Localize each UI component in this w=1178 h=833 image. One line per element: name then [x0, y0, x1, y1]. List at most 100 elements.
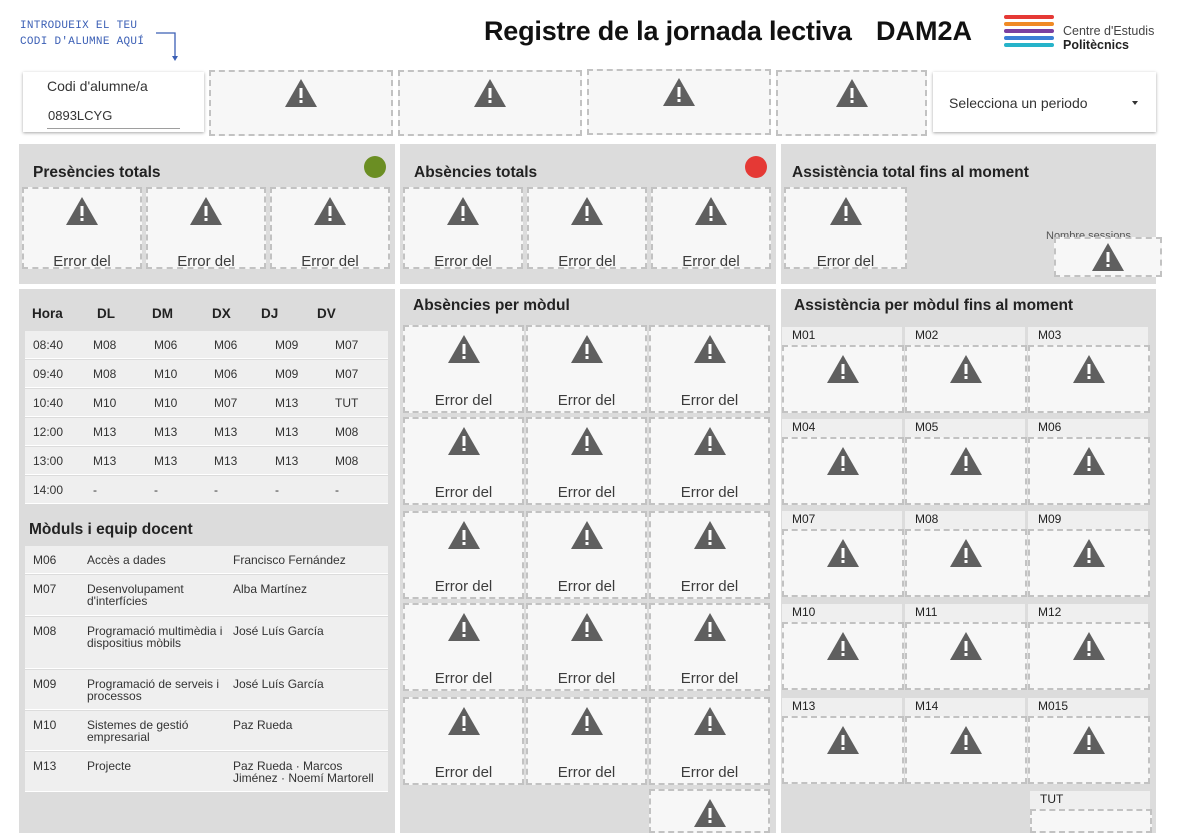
warning-icon — [570, 427, 603, 455]
error-widget: Error del — [22, 187, 142, 269]
error-text: Error del — [301, 253, 359, 269]
schedule-cell: M06 — [214, 338, 238, 352]
error-text: Error del — [680, 484, 739, 501]
error-text: Error del — [557, 392, 616, 409]
error-text: Error del — [557, 764, 616, 781]
module-label: M08 — [905, 511, 1025, 529]
module-absence-widget: Error del — [649, 603, 770, 691]
school-logo: Centre d'Estudis Politècnics — [1004, 14, 1174, 54]
schedule-header: Hora — [32, 306, 63, 321]
warning-icon — [827, 447, 859, 475]
error-text: Error del — [434, 578, 493, 595]
schedule-cell: M10 — [154, 367, 178, 381]
module-absence-widget: Error del — [403, 325, 524, 413]
error-text: Error del — [680, 670, 739, 687]
schedule-cell: TUT — [335, 396, 359, 410]
module-attendance-widget — [782, 529, 904, 597]
teacher-module-code: M07 — [33, 582, 57, 596]
warning-icon — [447, 613, 480, 641]
warning-icon — [950, 726, 982, 754]
schedule-cell: M13 — [214, 425, 238, 439]
module-label: TUT — [1030, 791, 1150, 809]
schedule-cell: M07 — [214, 396, 238, 410]
sessions-error-widget — [1054, 237, 1162, 277]
schedule-cell: M13 — [93, 454, 117, 468]
error-widget: Error del — [146, 187, 266, 269]
module-absence-widget: Error del — [526, 417, 647, 505]
period-dropdown-label: Selecciona un periodo — [949, 95, 1088, 111]
module-attendance-widget — [1028, 622, 1150, 690]
module-absence-widget — [649, 789, 770, 833]
schedule-row: 08:40 M08 M06 M06 M09 M07 — [25, 331, 388, 359]
teacher-row: M08 Programació multimèdia i dispositius… — [25, 617, 388, 669]
warning-icon — [693, 335, 726, 363]
warning-icon — [693, 707, 726, 735]
absences-status-dot — [745, 156, 767, 178]
schedule-cell: 14:00 — [33, 483, 64, 497]
schedule-cell: M10 — [154, 396, 178, 410]
schedule-header: DV — [317, 306, 336, 321]
module-attendance-widget — [1028, 437, 1150, 505]
period-dropdown[interactable]: Selecciona un periodo — [933, 72, 1156, 132]
schedule-cell: 08:40 — [33, 338, 64, 352]
schedule-cell: M07 — [335, 367, 359, 381]
module-label: M04 — [782, 419, 902, 437]
teacher-module-name: Programació multimèdia i dispositius mòb… — [87, 624, 223, 650]
warning-icon — [693, 521, 726, 549]
schedule-row: 14:00 - - - - - — [25, 476, 388, 504]
module-attendance-widget — [1028, 716, 1150, 784]
warning-icon — [663, 78, 695, 106]
teacher-module-name: Projecte — [87, 759, 132, 773]
teacher-row: M13 Projecte Paz Rueda · Marcos Jiménez … — [25, 752, 388, 792]
warning-icon — [570, 521, 603, 549]
logo-bars-icon — [1004, 15, 1054, 47]
warning-icon — [693, 613, 726, 641]
module-absence-widget: Error del — [403, 697, 524, 785]
warning-icon — [447, 427, 480, 455]
attendance-title: Assistència total fins al moment — [792, 164, 1029, 181]
teacher-row: M07 Desenvolupament d'interfícies Alba M… — [25, 575, 388, 616]
warning-icon — [570, 335, 603, 363]
schedule-cell: M08 — [93, 367, 117, 381]
schedule-cell: M09 — [275, 338, 299, 352]
warning-icon — [314, 197, 346, 225]
schedule-cell: - — [154, 483, 158, 497]
student-code-input[interactable] — [47, 102, 180, 129]
warning-icon — [827, 539, 859, 567]
module-absence-widget: Error del — [649, 325, 770, 413]
module-attendance-widget — [905, 716, 1027, 784]
teacher-name: José Luís García — [233, 677, 324, 691]
teacher-module-name: Sistemes de gestió empresarial — [87, 718, 189, 744]
module-label: M14 — [905, 698, 1025, 716]
warning-icon — [950, 632, 982, 660]
scorecard-error — [398, 70, 582, 136]
logo-text: Centre d'Estudis Politècnics — [1063, 24, 1154, 52]
schedule-cell: M13 — [154, 454, 178, 468]
teacher-module-name: Desenvolupament d'interfícies — [87, 582, 184, 608]
module-attendance-widget — [1028, 345, 1150, 413]
schedule-header: DL — [97, 306, 115, 321]
schedule-header: DJ — [261, 306, 279, 321]
module-attendance-widget — [905, 529, 1027, 597]
error-text: Error del — [680, 764, 739, 781]
error-widget: Error del — [270, 187, 390, 269]
warning-icon — [1073, 539, 1105, 567]
warning-icon — [950, 539, 982, 567]
teacher-module-code: M10 — [33, 718, 57, 732]
teacher-name: José Luís García — [233, 624, 324, 638]
schedule-cell: 13:00 — [33, 454, 64, 468]
teacher-row: M09 Programació de serveis i processos J… — [25, 670, 388, 710]
module-attendance-widget — [782, 716, 904, 784]
teachers-title: Mòduls i equip docent — [29, 521, 193, 538]
warning-icon — [447, 197, 479, 225]
module-label: M05 — [905, 419, 1025, 437]
schedule-cell: M08 — [335, 425, 359, 439]
teacher-module-name: Accès a dades — [87, 553, 166, 567]
error-widget: Error del — [651, 187, 771, 269]
warning-icon — [827, 355, 859, 383]
schedule-cell: M09 — [275, 367, 299, 381]
scorecard-error — [587, 69, 771, 135]
error-text: Error del — [434, 764, 493, 781]
schedule-cell: M13 — [93, 425, 117, 439]
warning-icon — [447, 521, 480, 549]
